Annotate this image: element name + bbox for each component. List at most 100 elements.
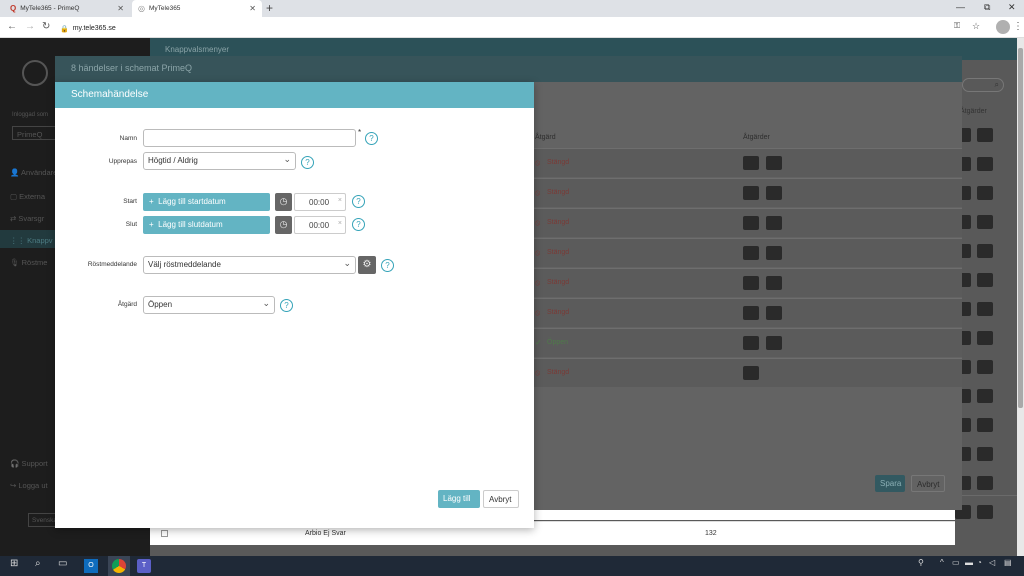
trash-icon[interactable] [766, 306, 782, 320]
list-edit-icon[interactable] [977, 186, 993, 200]
minimize-icon[interactable]: — [956, 2, 965, 12]
star-icon[interactable]: ☆ [972, 21, 980, 32]
schedule-row[interactable]: Stängd ⦸ [517, 238, 962, 267]
close-window-icon[interactable]: ✕ [1008, 2, 1016, 13]
chrome-icon[interactable] [112, 559, 126, 573]
volume-icon[interactable]: ◁ [989, 558, 995, 567]
notifications-icon[interactable]: ▤ [1004, 558, 1012, 567]
list-edit-icon[interactable] [977, 273, 993, 287]
add-button[interactable]: Lägg till [438, 490, 480, 508]
reload-icon[interactable]: ↻ [42, 21, 50, 32]
forward-icon[interactable]: → [25, 21, 35, 32]
outlook-icon[interactable]: O [84, 559, 98, 573]
sidebar-item-voice[interactable]: 🎙 Röstme [10, 258, 47, 267]
teams-icon[interactable]: T [137, 559, 151, 573]
edit-icon[interactable] [743, 336, 759, 350]
help-icon[interactable]: ? [365, 132, 378, 145]
schedule-cancel-button[interactable]: Avbryt [911, 475, 945, 492]
edit-icon[interactable] [743, 366, 759, 380]
help-icon[interactable]: ? [352, 195, 365, 208]
trash-icon[interactable] [766, 216, 782, 230]
profile-avatar[interactable] [996, 20, 1010, 34]
schedule-row[interactable]: Stängd ⦸ [517, 298, 962, 327]
edit-icon[interactable] [743, 246, 759, 260]
close-tab-icon[interactable]: ✕ [249, 4, 256, 13]
schedule-row[interactable]: Stängd ⦸ [517, 268, 962, 297]
start-time-input[interactable]: 00:00 × [294, 193, 346, 211]
scrollbar-thumb[interactable] [1018, 48, 1023, 408]
list-edit-icon[interactable] [977, 244, 993, 258]
gear-icon[interactable]: ⚙ [358, 256, 376, 274]
trash-icon[interactable] [766, 156, 782, 170]
clock-icon[interactable]: ◷ [275, 216, 292, 234]
clock-icon[interactable]: ◷ [275, 193, 292, 211]
list-edit-icon[interactable] [977, 447, 993, 461]
voice-message-select[interactable]: Välj röstmeddelande ⌄ [143, 256, 356, 274]
trash-icon[interactable] [766, 336, 782, 350]
edit-icon[interactable] [743, 216, 759, 230]
list-edit-icon[interactable] [977, 157, 993, 171]
search-icon[interactable]: ⌕ [35, 558, 41, 569]
schedule-row[interactable]: Stängd ⦸ [517, 208, 962, 237]
trash-icon[interactable] [766, 246, 782, 260]
cancel-button[interactable]: Avbryt [483, 490, 519, 508]
browser-tab-1[interactable]: Q MyTele365 - PrimeQ ✕ [4, 0, 130, 17]
battery-icon[interactable]: ▭ [952, 558, 960, 567]
schedule-row[interactable]: Stängd ⦸ [517, 178, 962, 207]
network-icon[interactable]: ▬ [965, 558, 973, 567]
new-tab-icon[interactable]: + [266, 1, 273, 15]
list-edit-icon[interactable] [977, 505, 993, 519]
action-select[interactable]: Öppen ⌄ [143, 296, 275, 314]
support-link[interactable]: 🎧 Support [10, 459, 48, 468]
list-edit-icon[interactable] [977, 360, 993, 374]
list-edit-icon[interactable] [977, 418, 993, 432]
help-icon[interactable]: ? [280, 299, 293, 312]
sidebar-item-external[interactable]: ▢ Externa [10, 192, 45, 201]
list-edit-icon[interactable] [977, 128, 993, 142]
edit-icon[interactable] [743, 306, 759, 320]
sidebar-item-groups[interactable]: ⇄ Svarsgr [10, 214, 44, 223]
key-icon[interactable]: ⚿ [954, 21, 960, 31]
clear-icon[interactable]: × [338, 197, 342, 204]
list-edit-icon[interactable] [977, 476, 993, 490]
menu-icon[interactable]: ⋮ [1013, 21, 1023, 32]
clear-icon[interactable]: × [338, 220, 342, 227]
close-tab-icon[interactable]: ✕ [117, 4, 124, 13]
trash-icon[interactable] [766, 276, 782, 290]
wifi-icon[interactable]: ◔ [977, 558, 982, 567]
schedule-row[interactable]: Stängd ⦸ [517, 358, 962, 387]
list-edit-icon[interactable] [977, 331, 993, 345]
name-input[interactable] [143, 129, 356, 147]
sidebar-item-ivr[interactable]: ⋮⋮ Knappv [10, 236, 53, 245]
list-edit-icon[interactable] [977, 215, 993, 229]
task-view-icon[interactable]: ▭ [58, 558, 67, 569]
schedule-row[interactable]: Stängd ⦸ [517, 148, 962, 177]
search-input[interactable]: ⌕ [962, 78, 1004, 92]
restore-icon[interactable]: ⧉ [984, 2, 990, 13]
help-icon[interactable]: ? [352, 218, 365, 231]
repeat-select[interactable]: Högtid / Aldrig ⌄ [143, 152, 296, 170]
people-icon[interactable]: ⚲ [918, 558, 924, 567]
end-time-input[interactable]: 00:00 × [294, 216, 346, 234]
row-checkbox[interactable] [161, 530, 168, 537]
add-start-date-button[interactable]: + Lägg till startdatum [143, 193, 270, 211]
schedule-row[interactable]: Öppen ✓ [517, 328, 962, 357]
help-icon[interactable]: ? [381, 259, 394, 272]
trash-icon[interactable] [766, 186, 782, 200]
list-edit-icon[interactable] [977, 389, 993, 403]
edit-icon[interactable] [743, 156, 759, 170]
logout-link[interactable]: ↪ Logga ut [10, 481, 48, 490]
browser-tab-2[interactable]: ◎ MyTele365 ✕ [132, 0, 262, 17]
show-hidden-icons-icon[interactable]: ^ [940, 558, 944, 567]
schedule-save-button[interactable]: Spara [875, 475, 905, 492]
language-select[interactable]: Svenska [28, 513, 58, 527]
windows-start-icon[interactable]: ⊞ [10, 558, 18, 569]
edit-icon[interactable] [743, 276, 759, 290]
help-icon[interactable]: ? [301, 156, 314, 169]
list-edit-icon[interactable] [977, 302, 993, 316]
back-icon[interactable]: ← [7, 21, 17, 32]
url-field[interactable]: 🔒 my.tele365.se [60, 22, 950, 35]
add-end-date-button[interactable]: + Lägg till slutdatum [143, 216, 270, 234]
sidebar-item-users[interactable]: 👤 Användare [10, 168, 57, 177]
edit-icon[interactable] [743, 186, 759, 200]
